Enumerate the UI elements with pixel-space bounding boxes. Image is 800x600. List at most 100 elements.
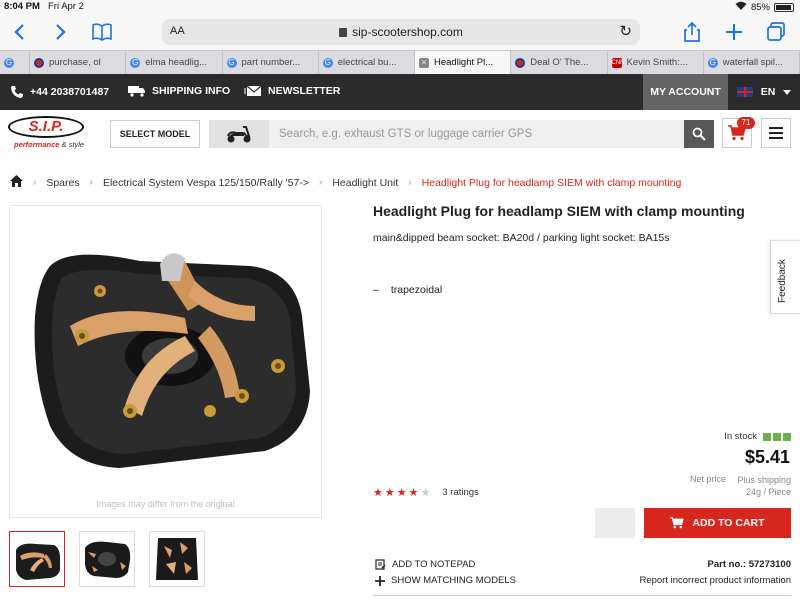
tab-6[interactable]: Deal O' The... xyxy=(511,51,608,74)
add-to-notepad-label: ADD TO NOTEPAD xyxy=(392,559,476,570)
home-icon[interactable] xyxy=(10,175,23,190)
battery-percent: 85% xyxy=(750,1,770,13)
feedback-tab[interactable]: Feedback xyxy=(770,240,800,314)
browser-tab-strip: G purchase, ol Gelma headlig... Gpart nu… xyxy=(0,50,800,74)
logo-tagline-b: & style xyxy=(61,140,85,149)
report-incorrect-info-link[interactable]: Report incorrect product information xyxy=(639,575,791,586)
thumbnail-2[interactable] xyxy=(79,531,135,587)
hamburger-menu-button[interactable] xyxy=(761,118,791,148)
google-icon: G xyxy=(4,57,14,68)
close-tab-icon[interactable]: × xyxy=(419,57,429,68)
search-input[interactable]: Search, e.g. exhaust GTS or luggage carr… xyxy=(269,120,684,148)
feedback-label: Feedback xyxy=(777,259,788,303)
phone-number: +44 2038701487 xyxy=(30,86,110,98)
tab-1[interactable]: purchase, ol xyxy=(30,51,127,74)
newsletter-label: NEWSLETTER xyxy=(268,85,341,97)
star-icon: ★ xyxy=(408,487,419,499)
tab-7[interactable]: CNN Kevin Smith:... xyxy=(608,51,704,74)
search-icon xyxy=(692,127,706,141)
breadcrumb-item[interactable]: Headlight Unit xyxy=(332,177,398,189)
tab-label: part number... xyxy=(241,57,301,68)
language-label: EN xyxy=(760,86,776,98)
target-icon xyxy=(34,57,44,68)
thumbnail-image xyxy=(16,543,60,580)
tab-3[interactable]: Gpart number... xyxy=(223,51,319,74)
part-number-label: Part no.: xyxy=(707,559,747,570)
logo-tagline: performance & style xyxy=(8,140,88,149)
tab-5-active[interactable]: × Headlight Pl... xyxy=(415,51,512,74)
tab-label: electrical bu... xyxy=(337,57,397,68)
google-icon: G xyxy=(322,57,333,68)
status-right: 85% xyxy=(735,1,794,13)
tab-8[interactable]: Gwaterfall spil... xyxy=(704,51,800,74)
plus-icon xyxy=(375,575,385,586)
google-icon: G xyxy=(226,57,237,68)
breadcrumb-separator: › xyxy=(318,177,323,188)
thumbnail-1[interactable] xyxy=(9,531,65,587)
add-to-cart-button[interactable]: ADD TO CART xyxy=(644,508,791,538)
wifi-icon xyxy=(735,1,747,13)
part-number-value: 57273100 xyxy=(748,559,791,570)
breadcrumb: › Spares › Electrical System Vespa 125/1… xyxy=(10,175,681,190)
product-main-image[interactable]: Images may differ from the original xyxy=(9,205,322,518)
star-icon: ★ xyxy=(396,487,407,499)
battery-icon xyxy=(774,2,794,12)
rating-stars[interactable]: ★ ★ ★ ★ ★ 3 ratings xyxy=(373,486,479,499)
truck-icon xyxy=(128,86,145,97)
feature-text: trapezoidal xyxy=(390,284,443,296)
status-date: Fri Apr 2 xyxy=(48,1,84,12)
tab-pinned[interactable]: G xyxy=(0,51,30,74)
envelope-icon xyxy=(244,85,262,96)
add-to-cart-label: ADD TO CART xyxy=(692,517,765,529)
status-bar: 8:04 PM Fri Apr 2 85% xyxy=(0,0,800,14)
breadcrumb-separator: › xyxy=(89,177,93,188)
product-title: Headlight Plug for headlamp SIEM with cl… xyxy=(373,203,745,219)
show-matching-models-link[interactable]: SHOW MATCHING MODELS xyxy=(375,575,516,586)
bookmarks-icon[interactable] xyxy=(90,20,114,44)
back-icon[interactable] xyxy=(8,20,32,44)
forward-icon[interactable] xyxy=(48,20,72,44)
tab-2[interactable]: Gelma headlig... xyxy=(126,51,223,74)
phone-link[interactable]: +44 2038701487 xyxy=(10,85,109,99)
thumbnail-image xyxy=(85,541,131,578)
reload-icon[interactable]: ↻ xyxy=(619,22,632,40)
site-topbar: +44 2038701487 SHIPPING INFO NEWSLETTER … xyxy=(0,74,800,110)
breadcrumb-current: Headlight Plug for headlamp SIEM with cl… xyxy=(421,176,682,189)
shipping-info-label: SHIPPING INFO xyxy=(152,85,231,97)
tab-4[interactable]: Gelectrical bu... xyxy=(319,51,415,74)
cart-icon xyxy=(670,517,685,529)
breadcrumb-item[interactable]: Electrical System Vespa 125/150/Rally '5… xyxy=(103,177,309,189)
new-tab-icon[interactable] xyxy=(722,20,746,44)
star-icon: ★ xyxy=(384,487,395,499)
notepad-icon xyxy=(375,559,386,570)
tabs-overview-icon[interactable] xyxy=(764,20,788,44)
select-model-button[interactable]: SELECT MODEL xyxy=(110,120,200,148)
star-icon: ★ xyxy=(373,487,383,499)
scooter-filter-button[interactable] xyxy=(209,120,269,148)
divider xyxy=(373,595,791,596)
product-subtitle: main&dipped beam socket: BA20d / parking… xyxy=(373,232,670,244)
ratings-count[interactable]: 3 ratings xyxy=(442,487,478,498)
product-feature: – trapezoidal xyxy=(373,284,442,296)
star-empty-icon: ★ xyxy=(420,487,431,499)
cnn-icon: CNN xyxy=(611,57,625,68)
thumbnail-image xyxy=(156,538,198,580)
headlight-plug-image xyxy=(34,253,311,468)
share-icon[interactable] xyxy=(680,20,704,44)
sip-logo[interactable]: S.I.P. performance & style xyxy=(8,116,88,152)
language-selector[interactable]: EN xyxy=(728,74,800,110)
newsletter-link[interactable]: NEWSLETTER xyxy=(244,85,340,97)
tab-label: Kevin Smith:... xyxy=(626,57,688,68)
my-account-button[interactable]: MY ACCOUNT xyxy=(643,74,728,110)
net-price-label: Net price xyxy=(690,474,727,484)
search-button[interactable] xyxy=(684,120,714,148)
shipping-info-link[interactable]: SHIPPING INFO xyxy=(128,85,230,97)
menu-icon-line xyxy=(769,137,783,139)
breadcrumb-item[interactable]: Spares xyxy=(46,177,79,189)
tab-label: Headlight Pl... xyxy=(434,57,494,68)
add-to-notepad-link[interactable]: ADD TO NOTEPAD xyxy=(375,559,475,570)
thumbnail-3[interactable] xyxy=(149,531,205,587)
google-icon: G xyxy=(707,57,718,68)
address-bar[interactable]: AA sip-scootershop.com ↻ xyxy=(162,19,640,45)
quantity-input[interactable] xyxy=(595,508,635,538)
